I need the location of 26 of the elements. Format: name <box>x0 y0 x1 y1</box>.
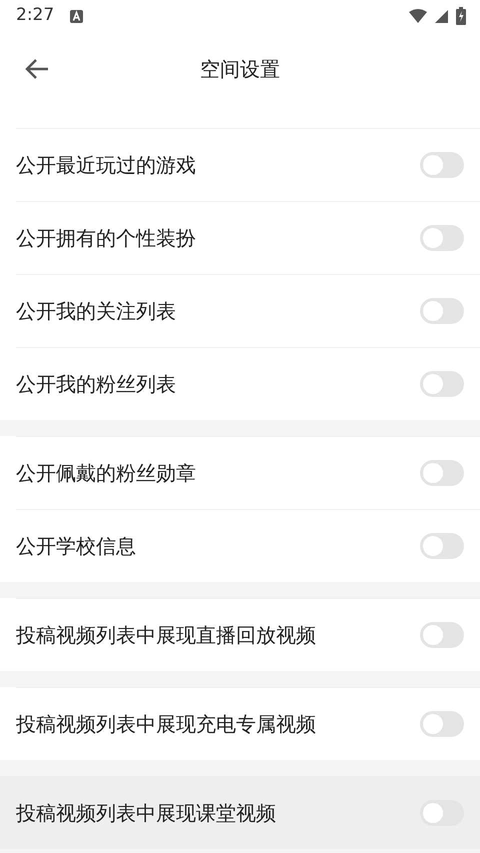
setting-label: 公开我的粉丝列表 <box>16 371 176 398</box>
toggle-switch[interactable] <box>420 225 464 251</box>
signal-icon <box>435 10 448 22</box>
wifi-icon <box>409 9 427 23</box>
toggle-switch[interactable] <box>420 152 464 178</box>
toggle-switch[interactable] <box>420 622 464 648</box>
page-title: 空间设置 <box>200 56 280 82</box>
toggle-switch[interactable] <box>420 711 464 737</box>
setting-label: 公开拥有的个性装扮 <box>16 225 196 252</box>
toggle-switch[interactable] <box>420 460 464 486</box>
toggle-switch[interactable] <box>420 800 464 826</box>
setting-label: 投稿视频列表中展现课堂视频 <box>16 800 276 827</box>
setting-label: 公开最近玩过的游戏 <box>16 152 196 179</box>
toggle-switch[interactable] <box>420 298 464 324</box>
notification-icon <box>70 10 84 22</box>
toggle-switch[interactable] <box>420 533 464 559</box>
status-time: 2:27 <box>16 4 54 28</box>
setting-label: 投稿视频列表中展现直播回放视频 <box>16 622 316 649</box>
toggle-switch[interactable] <box>420 371 464 397</box>
setting-label: 投稿视频列表中展现充电专属视频 <box>16 711 316 738</box>
settings-row[interactable]: 投稿视频列表中展现课堂视频 <box>0 776 480 849</box>
battery-icon <box>456 7 466 25</box>
setting-label: 公开学校信息 <box>16 533 136 560</box>
setting-label: 公开佩戴的粉丝勋章 <box>16 460 196 487</box>
setting-label: 公开我的关注列表 <box>16 298 176 325</box>
back-button[interactable] <box>24 56 50 80</box>
